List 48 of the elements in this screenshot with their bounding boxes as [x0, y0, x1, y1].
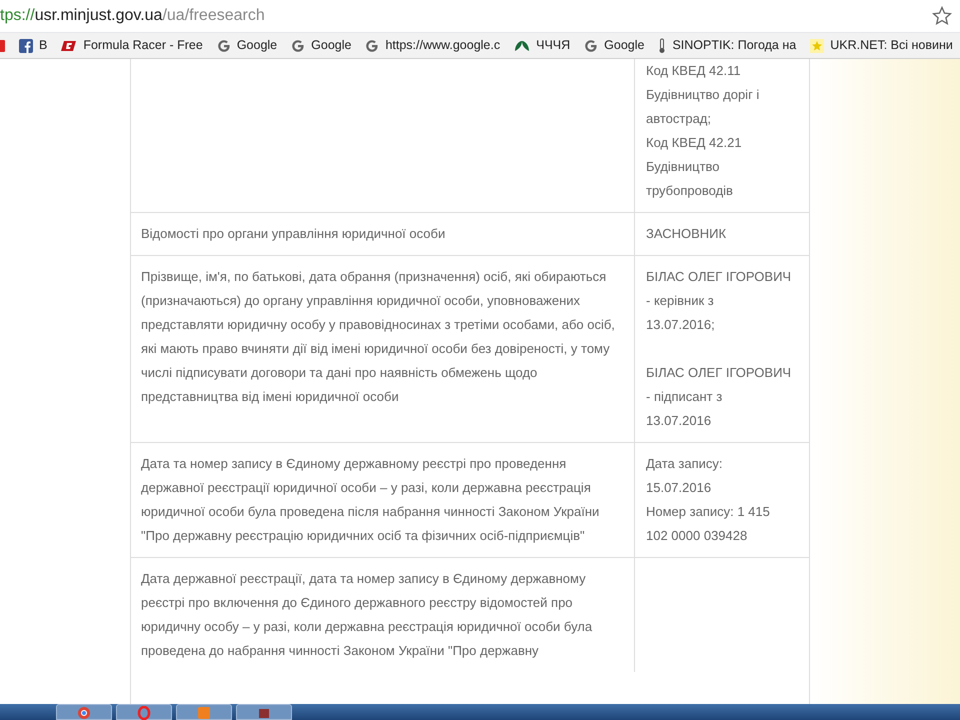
bookmark-link[interactable]: Google — [311, 36, 352, 55]
taskbar-button[interactable] — [56, 704, 112, 720]
field-value: Код КВЕД 42.11 — [646, 63, 741, 78]
chrome-icon — [77, 706, 91, 720]
facebook-icon — [19, 38, 33, 52]
google-icon — [584, 38, 598, 52]
field-label: Дата державної реєстрації, дата та номер запису в Єдиному державному реєстрі про включення до Єдиного державного реєстру відомостей про юридичну особу – у разі, коли державна реєстрація юридичної особи була проведена до набрання чинності Законом України "Про державну — [141, 570, 594, 660]
field-value: 13.07.2016 — [646, 413, 712, 428]
field-value: автострад; — [646, 111, 711, 126]
star-logo-icon — [810, 38, 824, 52]
field-label: Дата та номер запису в Єдиному державному реєстрі про проведення державної реєстрації юридичної особи – у разі, коли державна реєстрація юридичної особи була проведена після набрання чинності Законом України "Про державну реєстрацію юридичних осіб та фізичних осіб-підприємців" — [141, 455, 600, 545]
thermometer-icon — [658, 38, 666, 54]
leaf-logo-icon — [514, 40, 530, 52]
google-icon — [291, 38, 306, 52]
field-value: - керівник з — [646, 293, 714, 308]
field-value: 102 0000 039428 — [646, 528, 748, 543]
field-label: Прізвище, ім'я, по батькові, дата обрання (призначення) осіб, які обираються (призначаються) до органу управління юридичної особи, уповноважених представляти юридичну особу у правовідносинах з третіми особами, або осіб, які мають право вчиняти дії від імені юридичної особи без довіреності, у тому числі підписувати договори та дані про наявність обмежень щодо представництва від імені юридичної особи — [141, 268, 616, 406]
field-label: Відомості про органи управління юридичної особи — [141, 225, 446, 243]
bookmark-link[interactable]: Google — [604, 36, 644, 55]
bookmark-link[interactable]: ЧЧЧЯ — [536, 36, 570, 55]
field-value: 15.07.2016 — [646, 480, 712, 495]
bookmark-link[interactable]: Formula Racer - Free — [83, 36, 203, 55]
field-value: 13.07.2016; — [646, 317, 715, 332]
google-icon — [365, 38, 380, 52]
field-value: Дата запису: — [646, 456, 723, 471]
taskbar-button[interactable] — [236, 704, 292, 720]
app-tile-icon — [197, 706, 211, 720]
field-value: Код КВЕД 42.21 — [646, 135, 742, 150]
url-text: tps://usr.minjust.gov.ua/ua/freesearch — [0, 6, 266, 26]
field-value: ЗАСНОВНИК — [646, 226, 726, 241]
bookmark-link[interactable]: https://www.google.c — [385, 36, 500, 55]
bookmark-link[interactable]: UKR.NET: Всі новини — [830, 36, 953, 55]
bookmark-link[interactable]: Google — [236, 36, 278, 55]
field-value: Будівництво доріг і — [646, 87, 760, 102]
racer-logo-icon — [61, 40, 78, 52]
field-value: БІЛАС ОЛЕГ ІГОРОВИЧ — [646, 365, 792, 380]
field-value: - підписант з — [646, 389, 722, 404]
bookmark-link[interactable]: SINOPTIK: Погода на — [672, 36, 796, 55]
bookmark-link[interactable]: B — [39, 36, 48, 55]
field-value: Номер запису: 1 415 — [646, 504, 770, 519]
field-value: БІЛАС ОЛЕГ ІГОРОВИЧ — [646, 269, 792, 284]
field-value: трубопроводів — [646, 183, 733, 198]
taskbar-button[interactable] — [116, 704, 172, 720]
field-value: Будівництво — [646, 159, 720, 174]
bookmark-star-icon[interactable] — [932, 6, 952, 26]
opera-icon — [137, 706, 151, 720]
book-icon — [257, 706, 271, 720]
google-icon — [216, 38, 231, 52]
